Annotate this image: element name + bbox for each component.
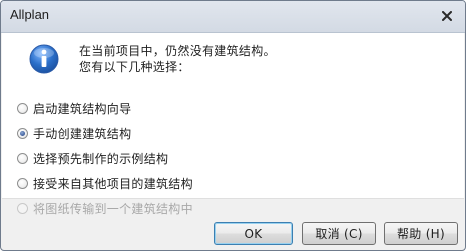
option-label[interactable]: 手动创建建筑结构 xyxy=(33,125,131,142)
option-label[interactable]: 接受来自其他项目的建筑结构 xyxy=(33,175,193,192)
message-line-1: 在当前项目中，仍然没有建筑结构。 xyxy=(79,44,276,58)
option-sample-structure[interactable]: 选择预先制作的示例结构 xyxy=(17,146,193,171)
option-building-structure-wizard[interactable]: 启动建筑结构向导 xyxy=(17,96,193,121)
dialog-window: Allplan 在当前项目中，仍然没有建筑结构。 您有以下几种选择： 启动建筑结… xyxy=(0,0,466,251)
option-label: 将图纸传输到一个建筑结构中 xyxy=(33,202,193,216)
option-manual-create[interactable]: 手动创建建筑结构 xyxy=(17,121,193,146)
radio-button[interactable] xyxy=(17,178,28,189)
message-line-2: 您有以下几种选择： xyxy=(79,60,190,74)
title-bar[interactable]: Allplan xyxy=(1,1,465,33)
radio-button[interactable] xyxy=(17,103,28,114)
radio-button[interactable] xyxy=(17,153,28,164)
ok-button[interactable]: OK xyxy=(214,222,293,245)
close-icon xyxy=(442,11,452,21)
message-text: 在当前项目中，仍然没有建筑结构。 您有以下几种选择： xyxy=(79,43,276,75)
option-label[interactable]: 启动建筑结构向导 xyxy=(33,100,131,117)
close-button[interactable] xyxy=(439,8,455,24)
cancel-button[interactable]: 取消 (C) xyxy=(302,222,376,245)
options-group: 启动建筑结构向导 手动创建建筑结构 选择预先制作的示例结构 接受来自其他项目的建… xyxy=(17,96,193,221)
radio-button-selected[interactable] xyxy=(17,128,28,139)
help-button[interactable]: 帮助 (H) xyxy=(384,222,458,245)
option-accept-from-other-project[interactable]: 接受来自其他项目的建筑结构 xyxy=(17,171,193,196)
option-label[interactable]: 选择预先制作的示例结构 xyxy=(33,150,168,167)
option-transfer-drawings: 将图纸传输到一个建筑结构中 xyxy=(17,196,193,221)
dialog-content: 在当前项目中，仍然没有建筑结构。 您有以下几种选择： 启动建筑结构向导 手动创建… xyxy=(2,33,464,216)
radio-button-disabled xyxy=(17,203,28,214)
window-title: Allplan xyxy=(10,7,50,22)
info-icon xyxy=(29,44,59,74)
